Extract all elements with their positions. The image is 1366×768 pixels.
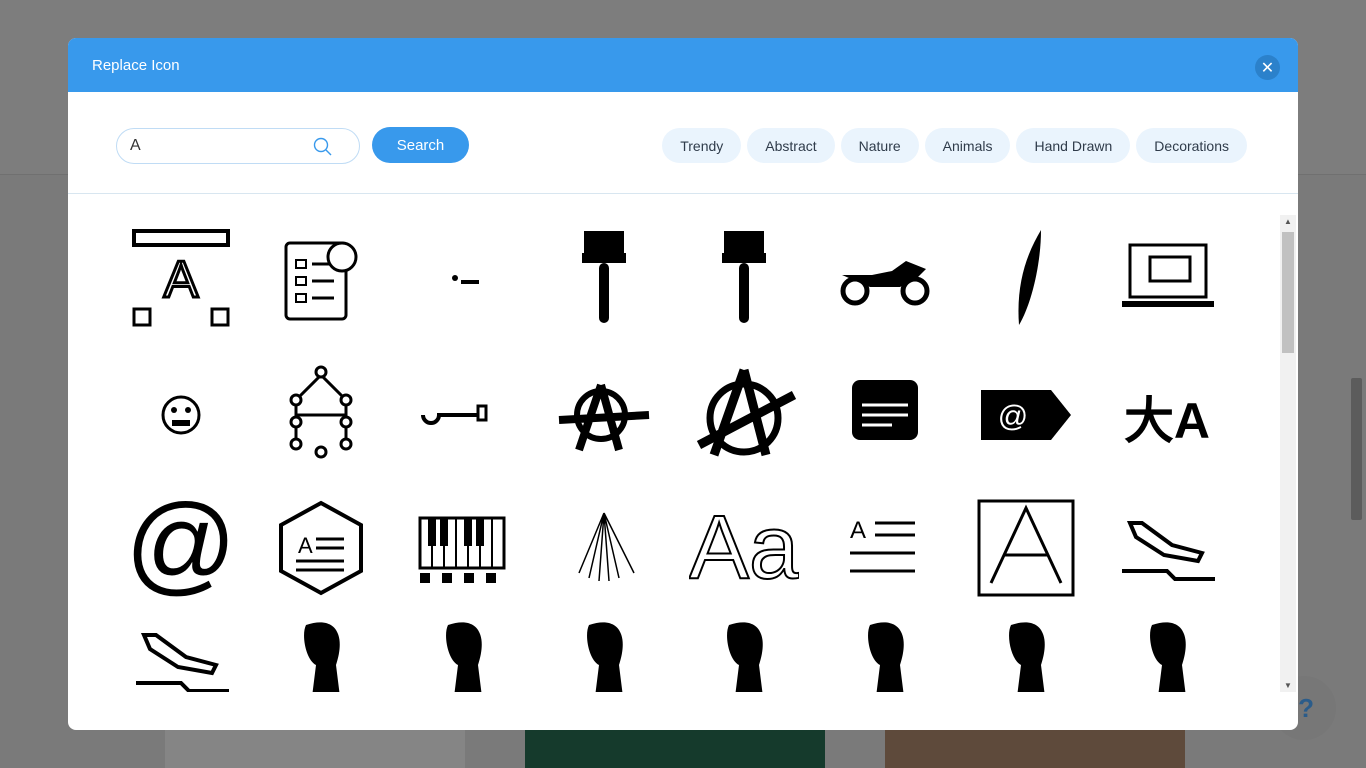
icon-option-glyph-2[interactable] — [408, 605, 518, 692]
svg-text:A: A — [298, 533, 313, 558]
icon-option-fan-lines[interactable] — [549, 493, 659, 603]
icon-grid: A @ 大A @ A Aa A — [68, 195, 1280, 692]
hexagon-text-icon: A — [279, 500, 363, 596]
svg-text:A: A — [164, 251, 199, 309]
icon-option-hexagon-text[interactable]: A — [266, 493, 376, 603]
motorcycle-icon — [840, 261, 930, 306]
svg-text:A: A — [850, 517, 866, 544]
key-icon — [421, 404, 488, 425]
page-card — [525, 730, 825, 768]
page-card — [885, 730, 1185, 768]
help-label: ? — [1298, 692, 1314, 723]
boxed-a-icon — [977, 499, 1075, 597]
piano-keys-icon — [418, 516, 506, 583]
glyph-4-icon — [727, 622, 763, 692]
glyph-2-icon — [446, 622, 482, 692]
icon-option-laptop-presentation[interactable] — [1112, 225, 1222, 335]
icon-option-motorcycle[interactable] — [830, 225, 940, 335]
text-lines-a-icon: A — [850, 517, 915, 573]
icon-option-email-tag[interactable]: @ — [971, 360, 1081, 470]
icon-option-node-letter-a[interactable] — [266, 360, 376, 470]
replace-icon-dialog: Replace Icon ✕ Search TrendyAbstractNatu… — [68, 38, 1298, 730]
icon-option-glyph-1[interactable] — [266, 605, 376, 692]
close-button[interactable]: ✕ — [1255, 55, 1280, 80]
glyph-6-icon — [1009, 622, 1045, 692]
scroll-down-icon[interactable]: ▼ — [1284, 681, 1292, 690]
laptop-presentation-icon — [1122, 243, 1214, 307]
anarchy-symbol-bold-icon — [696, 368, 797, 457]
category-chip-hand-drawn[interactable]: Hand Drawn — [1016, 128, 1131, 163]
icon-option-glyph-4[interactable] — [689, 605, 799, 692]
category-chip-animals[interactable]: Animals — [924, 128, 1011, 163]
category-chips: Trendy Abstract Nature Animals Hand Drawn Dec… — [662, 128, 1247, 163]
scroll-up-icon[interactable]: ▲ — [1284, 217, 1292, 226]
glyph-3-icon — [587, 622, 623, 692]
icon-option-glyph-3[interactable] — [549, 605, 659, 692]
icon-grid-scrollbar[interactable]: ▲ ▼ — [1280, 215, 1296, 692]
plane-landing-icon — [1122, 521, 1215, 581]
svg-text:@: @ — [126, 493, 236, 603]
grade-document-icon — [852, 380, 918, 440]
svg-text:@: @ — [998, 400, 1028, 433]
search-bar: Search TrendyAbstractNatureAnimalsHand D… — [68, 92, 1298, 194]
icon-option-anarchy-symbol-bold[interactable] — [689, 360, 799, 470]
node-letter-a-icon — [289, 365, 353, 459]
category-chip-abstract[interactable]: Abstract — [747, 128, 835, 163]
fan-lines-icon — [578, 512, 635, 582]
font-aa-icon: Aa — [689, 497, 799, 599]
icon-option-glyph-7[interactable] — [1112, 605, 1222, 692]
page-scrollbar[interactable] — [1351, 378, 1362, 520]
icon-option-feather-quill[interactable] — [971, 225, 1081, 335]
icon-option-paint-brush[interactable] — [549, 225, 659, 335]
svg-text:Aa: Aa — [689, 498, 799, 598]
icon-option-at-sign[interactable]: @ — [126, 493, 236, 603]
icon-option-font-aa[interactable]: Aa — [689, 493, 799, 603]
dot-dash-icon — [452, 275, 479, 284]
plane-landing-icon — [136, 633, 229, 692]
glyph-1-icon — [304, 622, 340, 692]
checklist-badge-icon — [284, 241, 358, 321]
icon-option-plane-landing[interactable] — [1112, 493, 1222, 603]
icon-option-piano-keys[interactable] — [408, 493, 518, 603]
icon-option-boxed-a[interactable] — [971, 493, 1081, 603]
paint-brush-icon — [582, 231, 626, 323]
search-input[interactable] — [130, 137, 310, 155]
icon-option-text-lines-a[interactable]: A — [830, 493, 940, 603]
icon-option-angry-face[interactable] — [126, 360, 236, 470]
text-frame-a-icon: A — [132, 229, 230, 327]
translate-icon: 大A — [1124, 393, 1210, 449]
search-button[interactable]: Search — [372, 127, 469, 163]
glyph-7-icon — [1150, 622, 1186, 692]
dialog-header: Replace Icon ✕ — [68, 38, 1298, 92]
search-icon[interactable] — [313, 137, 333, 157]
icon-option-plane-landing[interactable] — [126, 605, 236, 692]
category-chip-decorations[interactable]: Decorations — [1136, 128, 1247, 163]
icon-option-glyph-6[interactable] — [971, 605, 1081, 692]
icon-option-dot-dash[interactable] — [408, 225, 518, 335]
search-field[interactable] — [116, 128, 360, 164]
icon-option-key[interactable] — [408, 360, 518, 470]
icon-option-anarchy-symbol[interactable] — [549, 360, 659, 470]
category-chip-nature[interactable]: Nature — [840, 128, 919, 163]
at-sign-icon: @ — [126, 493, 236, 603]
glyph-5-icon — [868, 622, 904, 692]
close-icon: ✕ — [1260, 59, 1275, 77]
dialog-title: Replace Icon — [92, 56, 180, 74]
icon-option-translate[interactable]: 大A — [1112, 360, 1222, 470]
icon-option-text-frame-a[interactable]: A — [126, 225, 236, 335]
scrollbar-thumb[interactable] — [1282, 232, 1294, 353]
svg-text:大A: 大A — [1124, 393, 1210, 449]
icon-option-grade-document[interactable] — [830, 360, 940, 470]
icon-option-glyph-5[interactable] — [830, 605, 940, 692]
page-card — [165, 730, 465, 768]
anarchy-symbol-icon — [558, 383, 650, 452]
paint-brush-icon — [722, 231, 766, 323]
email-tag-icon: @ — [981, 390, 1071, 440]
angry-face-icon — [161, 395, 201, 435]
feather-quill-icon — [1018, 230, 1041, 325]
icon-option-paint-brush[interactable] — [689, 225, 799, 335]
category-chip-trendy[interactable]: Trendy — [662, 128, 742, 163]
icon-option-checklist-badge[interactable] — [266, 225, 376, 335]
